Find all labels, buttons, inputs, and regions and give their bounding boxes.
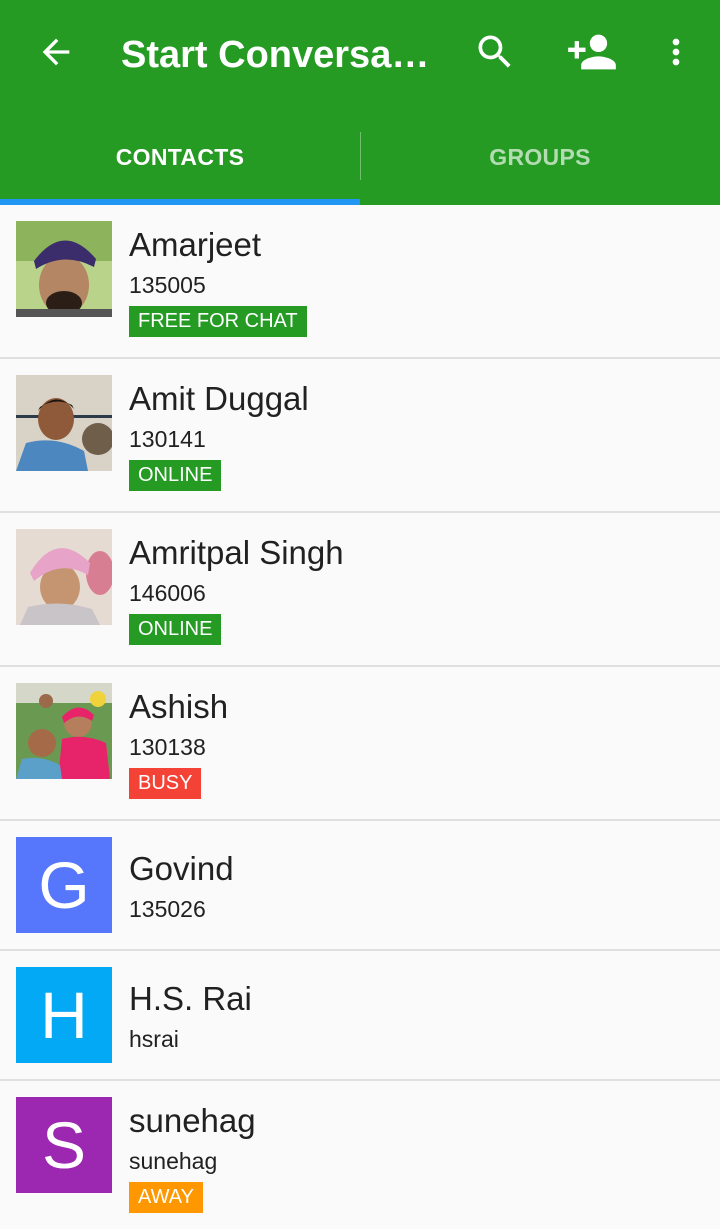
contact-number: 135026	[129, 896, 206, 922]
contact-name: Amarjeet	[129, 226, 262, 263]
avatar: G	[16, 837, 112, 933]
contact-row[interactable]: Ashish 130138 BUSY	[0, 667, 720, 821]
contact-number: 130141	[129, 426, 206, 452]
contact-name: Amritpal Singh	[129, 534, 344, 571]
contact-name: Govind	[129, 850, 234, 887]
contact-number: 146006	[129, 580, 206, 606]
tab-groups[interactable]: GROUPS	[360, 110, 720, 205]
contact-row[interactable]: H H.S. Rai hsrai	[0, 951, 720, 1081]
avatar	[16, 683, 112, 779]
contact-row[interactable]: Amit Duggal 130141 ONLINE	[0, 359, 720, 513]
contact-number: hsrai	[129, 1026, 179, 1052]
contact-name: sunehag	[129, 1102, 256, 1139]
toolbar: Start Conversati…	[0, 0, 720, 110]
avatar	[16, 375, 112, 471]
avatar	[16, 529, 112, 625]
tab-bar: CONTACTS GROUPS	[0, 110, 720, 205]
contact-number: 135005	[129, 272, 206, 298]
contact-name: Ashish	[129, 688, 229, 725]
add-contact-button[interactable]	[564, 24, 620, 80]
status-badge: FREE FOR CHAT	[129, 306, 307, 337]
contact-number: 130138	[129, 734, 206, 760]
more-options-button[interactable]	[648, 24, 704, 80]
contact-name: H.S. Rai	[129, 980, 252, 1017]
tab-contacts[interactable]: CONTACTS	[0, 110, 360, 205]
status-badge: ONLINE	[129, 614, 222, 645]
contact-row[interactable]: G Govind 135026	[0, 821, 720, 951]
contact-number: sunehag	[129, 1148, 218, 1174]
arrow-back-icon	[42, 38, 70, 66]
more-vertical-icon	[672, 38, 680, 66]
app-bar: Start Conversati… CONTACTS GROUPS	[0, 0, 720, 205]
contact-name: Amit Duggal	[129, 380, 309, 417]
search-button[interactable]	[467, 24, 523, 80]
avatar: H	[16, 967, 112, 1063]
search-icon	[478, 35, 511, 68]
avatar: S	[16, 1097, 112, 1193]
page-title: Start Conversati…	[121, 34, 441, 76]
contact-row[interactable]: Amritpal Singh 146006 ONLINE	[0, 513, 720, 667]
status-badge: ONLINE	[129, 460, 222, 491]
status-badge: BUSY	[129, 768, 202, 799]
contact-row[interactable]: Amarjeet 135005 FREE FOR CHAT	[0, 205, 720, 359]
person-add-icon	[568, 34, 616, 70]
status-badge: AWAY	[129, 1182, 203, 1213]
contact-row[interactable]: S sunehag sunehag AWAY	[0, 1081, 720, 1229]
back-button[interactable]	[28, 24, 84, 80]
contact-list: Amarjeet 135005 FREE FOR CHAT Amit Dugga…	[0, 205, 720, 1229]
avatar	[16, 221, 112, 317]
